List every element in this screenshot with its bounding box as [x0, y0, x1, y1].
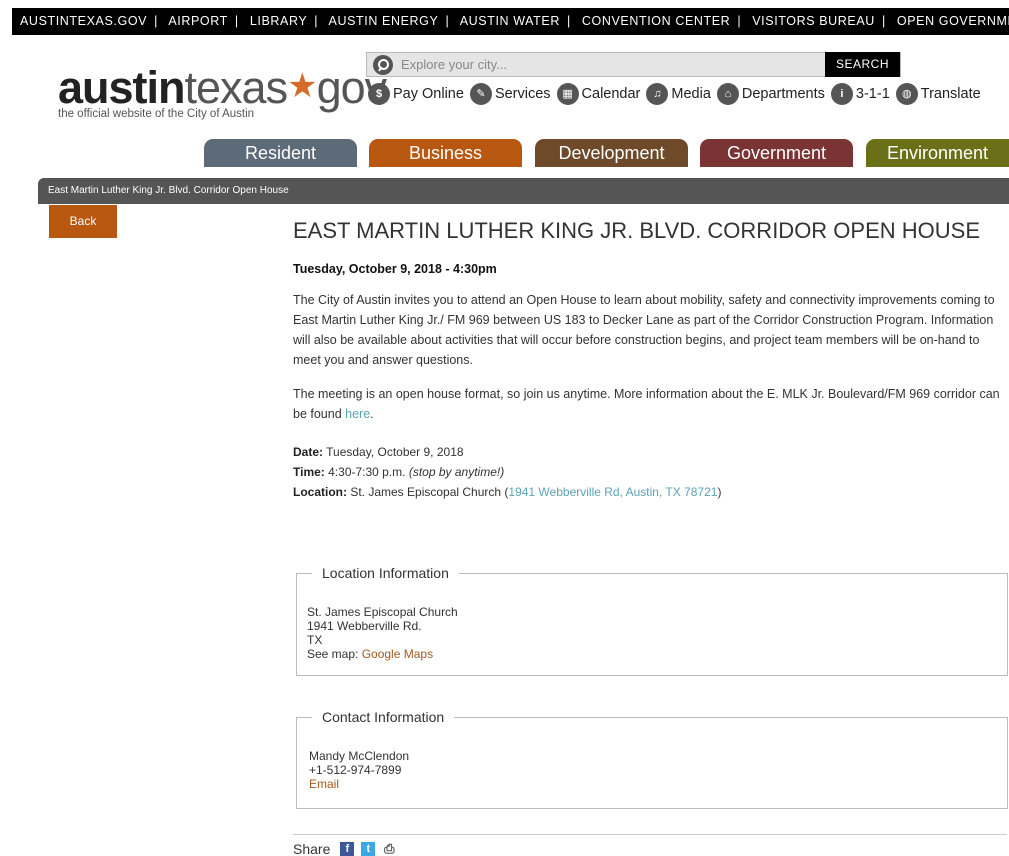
- event-datetime: Tuesday, October 9, 2018 - 4:30pm: [293, 262, 497, 276]
- contact-email-link[interactable]: Email: [309, 777, 339, 791]
- paragraph-text: The meeting is an open house format, so …: [293, 387, 1000, 421]
- quick-link-translate[interactable]: ◍ Translate: [895, 83, 981, 105]
- time-value: 4:30-7:30 p.m.: [324, 465, 409, 479]
- quick-link-label: 3-1-1: [855, 86, 890, 102]
- site-logo[interactable]: austintexas★gov the official website of …: [58, 62, 387, 120]
- time-label: Time:: [293, 465, 325, 479]
- quick-link-pay-online[interactable]: $ Pay Online: [368, 83, 464, 105]
- twitter-icon[interactable]: t: [361, 842, 376, 856]
- topbar-link-library[interactable]: LIBRARY: [250, 14, 307, 28]
- event-details: Date: Tuesday, October 9, 2018 Time: 4:3…: [293, 442, 1005, 502]
- quick-link-label: Services: [494, 86, 551, 102]
- more-info-link[interactable]: here: [345, 407, 370, 421]
- location-end: ): [717, 485, 722, 499]
- tab-development[interactable]: Development: [535, 139, 688, 167]
- article-paragraph-1: The City of Austin invites you to attend…: [293, 293, 995, 367]
- topbar-link-open-government[interactable]: OPEN GOVERNMENT: [897, 14, 1009, 28]
- quick-link-departments[interactable]: ⌂ Departments: [716, 83, 825, 105]
- quick-link-services[interactable]: ✎ Services: [469, 83, 551, 105]
- contact-name: Mandy McClendon: [309, 749, 410, 763]
- search-bar: SEARCH: [366, 52, 901, 77]
- info-icon: i: [830, 83, 853, 105]
- media-icon: ♫: [646, 83, 669, 105]
- time-row: Time: 4:30-7:30 p.m. (stop by anytime!): [293, 462, 1005, 482]
- quick-link-label: Translate: [920, 86, 981, 102]
- topbar-link-airport[interactable]: AIRPORT: [168, 14, 228, 28]
- location-value: St. James Episcopal Church (: [347, 485, 509, 499]
- share-label: Share: [293, 841, 331, 856]
- departments-icon: ⌂: [716, 83, 739, 105]
- quick-links: $ Pay Online ✎ Services ▦ Calendar ♫ Media ⌂…: [368, 82, 987, 106]
- topbar-link-visitors-bureau[interactable]: VISITORS BUREAU: [752, 14, 875, 28]
- topbar-link-austintexas[interactable]: AUSTINTEXAS.GOV: [20, 14, 147, 28]
- contact-info-legend: Contact Information: [322, 709, 445, 725]
- search-button[interactable]: SEARCH: [825, 52, 900, 77]
- article: EAST MARTIN LUTHER KING JR. BLVD. CORRID…: [293, 218, 1005, 502]
- quick-link-label: Departments: [741, 86, 825, 102]
- location-name: St. James Episcopal Church: [307, 605, 458, 619]
- share-bar: Share f t ⎙: [293, 834, 1007, 856]
- location-info-legend: Location Information: [322, 565, 449, 581]
- google-maps-link[interactable]: Google Maps: [362, 647, 433, 661]
- date-value: Tuesday, October 9, 2018: [323, 445, 464, 459]
- paragraph-end: .: [370, 407, 374, 421]
- page-title: EAST MARTIN LUTHER KING JR. BLVD. CORRID…: [293, 218, 980, 243]
- quick-link-311[interactable]: i 3-1-1: [830, 83, 890, 105]
- quick-link-label: Calendar: [581, 86, 641, 102]
- quick-link-label: Media: [671, 86, 711, 102]
- time-note: (stop by anytime!): [408, 465, 505, 479]
- services-icon: ✎: [469, 83, 492, 105]
- topbar-link-austin-energy[interactable]: AUSTIN ENERGY: [329, 14, 439, 28]
- tab-government[interactable]: Government: [700, 139, 853, 167]
- star-icon: ★: [287, 67, 318, 105]
- breadcrumb: East Martin Luther King Jr. Blvd. Corrid…: [38, 178, 1009, 204]
- article-paragraph-2: The meeting is an open house format, so …: [293, 384, 1005, 424]
- pay-icon: $: [368, 83, 390, 105]
- quick-link-label: Pay Online: [393, 86, 464, 102]
- topbar-link-convention-center[interactable]: CONVENTION CENTER: [582, 14, 730, 28]
- logo-austin: austin: [58, 62, 186, 113]
- location-street: 1941 Webberville Rd.: [307, 619, 422, 633]
- quick-link-media[interactable]: ♫ Media: [646, 83, 711, 105]
- tab-resident[interactable]: Resident: [204, 139, 357, 167]
- logo-texas: texas: [184, 62, 289, 113]
- globe-icon: ◍: [895, 83, 918, 105]
- map-label: See map:: [307, 647, 362, 661]
- map-row: See map: Google Maps: [307, 647, 997, 661]
- quick-link-calendar[interactable]: ▦ Calendar: [556, 83, 641, 105]
- date-label: Date:: [293, 445, 324, 459]
- print-icon[interactable]: ⎙: [382, 842, 396, 856]
- top-utility-bar: AUSTINTEXAS.GOV | AIRPORT | LIBRARY | AUSTI…: [12, 8, 1009, 35]
- facebook-icon[interactable]: f: [340, 842, 355, 856]
- tab-business[interactable]: Business: [369, 139, 522, 167]
- location-row: Location: St. James Episcopal Church (19…: [293, 482, 1005, 502]
- location-info-box: Location Information St. James Episcopal…: [296, 565, 1008, 676]
- address-link[interactable]: 1941 Webberville Rd, Austin, TX 78721: [508, 485, 717, 499]
- contact-info-box: Contact Information Mandy McClendon +1-5…: [296, 709, 1008, 809]
- tab-environment[interactable]: Environment: [866, 139, 1009, 167]
- search-input[interactable]: [401, 55, 821, 74]
- calendar-icon: ▦: [556, 83, 579, 105]
- back-button[interactable]: Back: [49, 205, 117, 238]
- contact-phone: +1-512-974-7899: [309, 763, 402, 777]
- location-state: TX: [307, 633, 323, 647]
- topbar-link-austin-water[interactable]: AUSTIN WATER: [460, 14, 560, 28]
- search-icon: [373, 55, 393, 75]
- location-label: Location:: [293, 485, 347, 499]
- date-row: Date: Tuesday, October 9, 2018: [293, 442, 1005, 462]
